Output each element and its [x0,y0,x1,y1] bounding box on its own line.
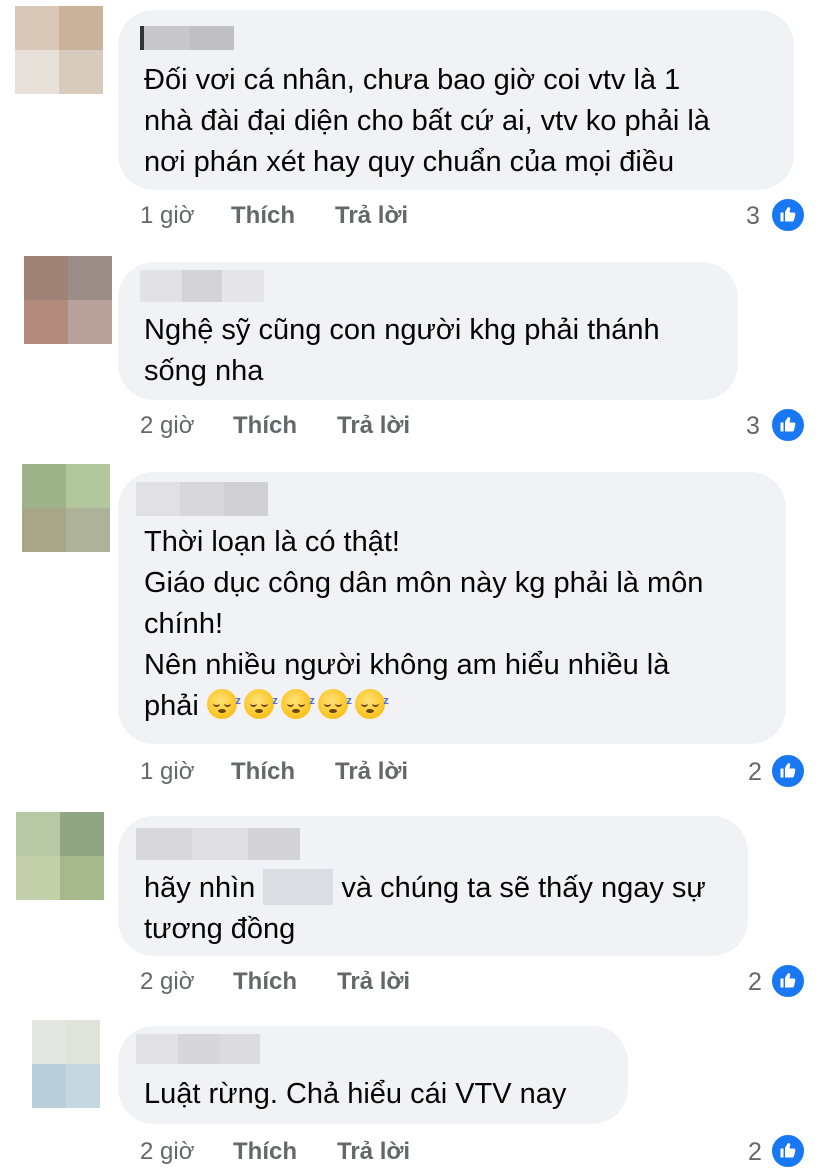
reply-button[interactable]: Trả lời [335,758,408,786]
sleeping-face-emoji: z [243,689,278,719]
author-name-blurred[interactable] [136,828,300,860]
avatar[interactable] [24,256,112,344]
comment-5: Luật rừng. Chả hiểu cái VTV nay 2 giờ Th… [0,1016,828,1175]
reply-button[interactable]: Trả lời [337,968,410,996]
author-name-blurred[interactable] [136,482,268,516]
author-name-blurred[interactable] [140,26,234,50]
comment-bubble: Luật rừng. Chả hiểu cái VTV nay [118,1026,628,1124]
comment-text: Luật rừng. Chả hiểu cái VTV nay [144,1078,567,1110]
reply-button[interactable]: Trả lời [337,1138,410,1166]
reaction-count[interactable]: 3 [746,202,760,231]
comment-text: Thời loạn là có thật! Giáo dục công dân … [144,522,764,727]
comment-bubble: Nghệ sỹ cũng con người khg phải thánh số… [118,262,738,400]
comment-time[interactable]: 2 giờ [140,968,194,996]
comment-4: hãy nhìn và chúng ta sẽ thấy ngay sự tươ… [0,806,828,1006]
reaction-count[interactable]: 2 [748,1138,762,1167]
sleeping-face-emoji: z [317,689,352,719]
comment-2: Nghệ sỹ cũng con người khg phải thánh số… [0,250,828,450]
comment-text: hãy nhìn và chúng ta sẽ thấy ngay sự tươ… [144,868,726,950]
comment-3: Thời loạn là có thật! Giáo dục công dân … [0,460,828,800]
avatar[interactable] [15,6,103,94]
comment-text-last: phải [144,690,207,722]
like-button[interactable]: Thích [233,968,297,996]
like-button[interactable]: Thích [233,412,297,440]
avatar[interactable] [32,1020,100,1108]
author-name-blurred[interactable] [136,1034,260,1064]
like-button[interactable]: Thích [231,758,295,786]
author-name-blurred[interactable] [140,270,264,302]
comment-text: Đối vơi cá nhân, chưa bao giờ coi vtv là… [144,64,710,178]
comment-bubble: Thời loạn là có thật! Giáo dục công dân … [118,472,786,744]
thumbs-up-icon[interactable] [770,963,806,999]
comment-text-lines: Thời loạn là có thật! Giáo dục công dân … [144,526,704,681]
comment-time[interactable]: 1 giờ [140,758,194,786]
comment-time[interactable]: 2 giờ [140,1138,194,1166]
like-button[interactable]: Thích [233,1138,297,1166]
thumbs-up-icon[interactable] [770,197,806,233]
thumbs-up-icon[interactable] [770,1133,806,1169]
sleeping-face-emoji: z [354,689,389,719]
comment-1: Đối vơi cá nhân, chưa bao giờ coi vtv là… [0,0,828,240]
reply-button[interactable]: Trả lời [337,412,410,440]
like-button[interactable]: Thích [231,202,295,230]
sleeping-face-emoji: z [280,689,315,719]
blurred-name-mention [263,869,334,905]
comment-time[interactable]: 2 giờ [140,412,194,440]
reaction-count[interactable]: 2 [748,758,762,787]
avatar[interactable] [16,812,104,900]
comment-time[interactable]: 1 giờ [140,202,194,230]
avatar[interactable] [22,464,110,552]
comment-bubble: hãy nhìn và chúng ta sẽ thấy ngay sự tươ… [118,816,748,956]
reply-button[interactable]: Trả lời [335,202,408,230]
comment-text: Nghệ sỹ cũng con người khg phải thánh số… [144,314,660,387]
comment-bubble: Đối vơi cá nhân, chưa bao giờ coi vtv là… [118,10,794,190]
thumbs-up-icon[interactable] [770,407,806,443]
reaction-count[interactable]: 2 [748,968,762,997]
sleeping-face-emoji: z [206,689,241,719]
reaction-count[interactable]: 3 [746,412,760,441]
comment-text-before: hãy nhìn [144,872,256,904]
thumbs-up-icon[interactable] [770,753,806,789]
